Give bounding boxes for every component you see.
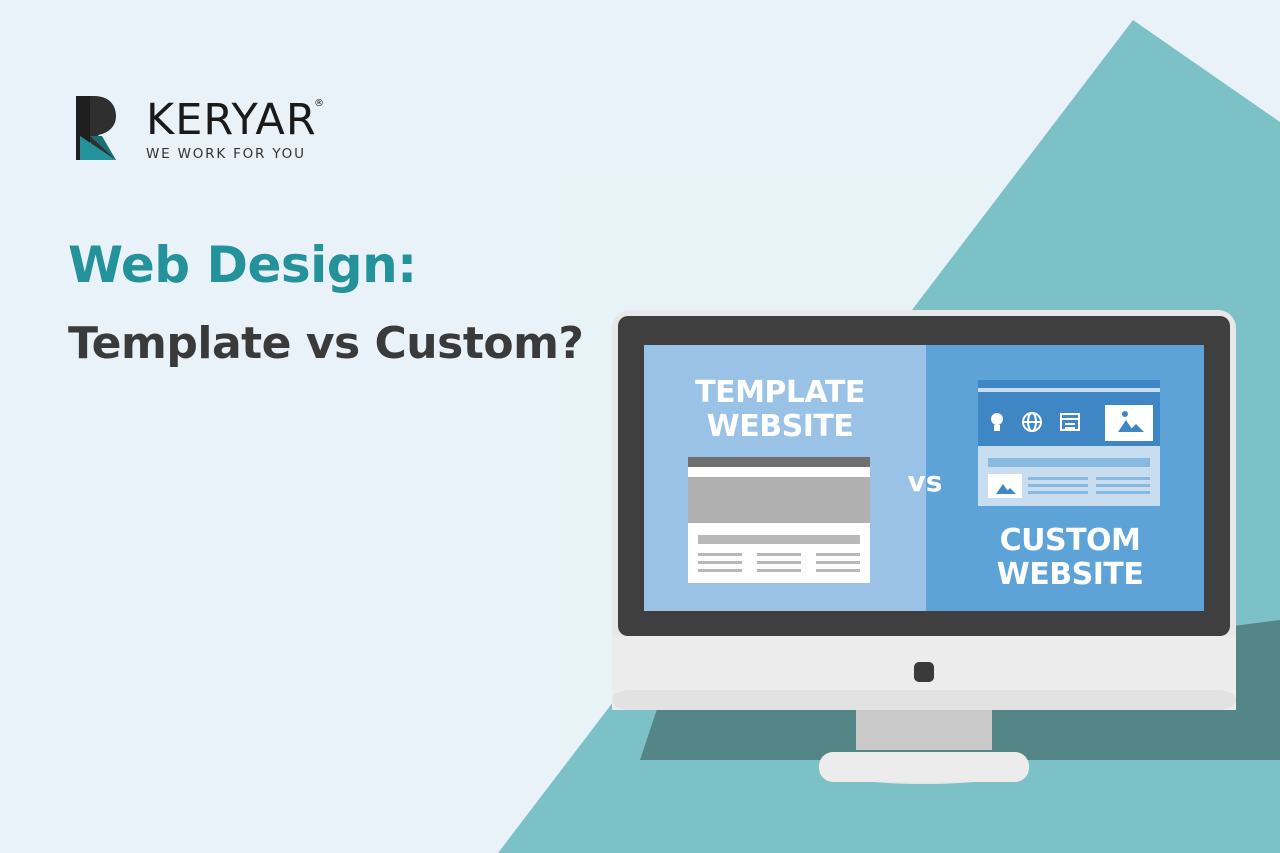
- monitor-camera-dot: [914, 662, 934, 682]
- custom-website-label: CUSTOM WEBSITE: [975, 524, 1165, 592]
- custom-label-line2: WEBSITE: [996, 557, 1144, 592]
- custom-wireframe: [978, 380, 1160, 506]
- template-website-label: TEMPLATE WEBSITE: [680, 376, 880, 444]
- template-label-line1: TEMPLATE: [695, 375, 865, 410]
- template-wireframe: [688, 457, 870, 583]
- template-label-line2: WEBSITE: [706, 409, 854, 444]
- vs-label: vs: [907, 465, 943, 498]
- monitor-illustration: [612, 310, 1280, 784]
- image-icon: [1105, 405, 1153, 441]
- custom-label-line1: CUSTOM: [999, 523, 1141, 558]
